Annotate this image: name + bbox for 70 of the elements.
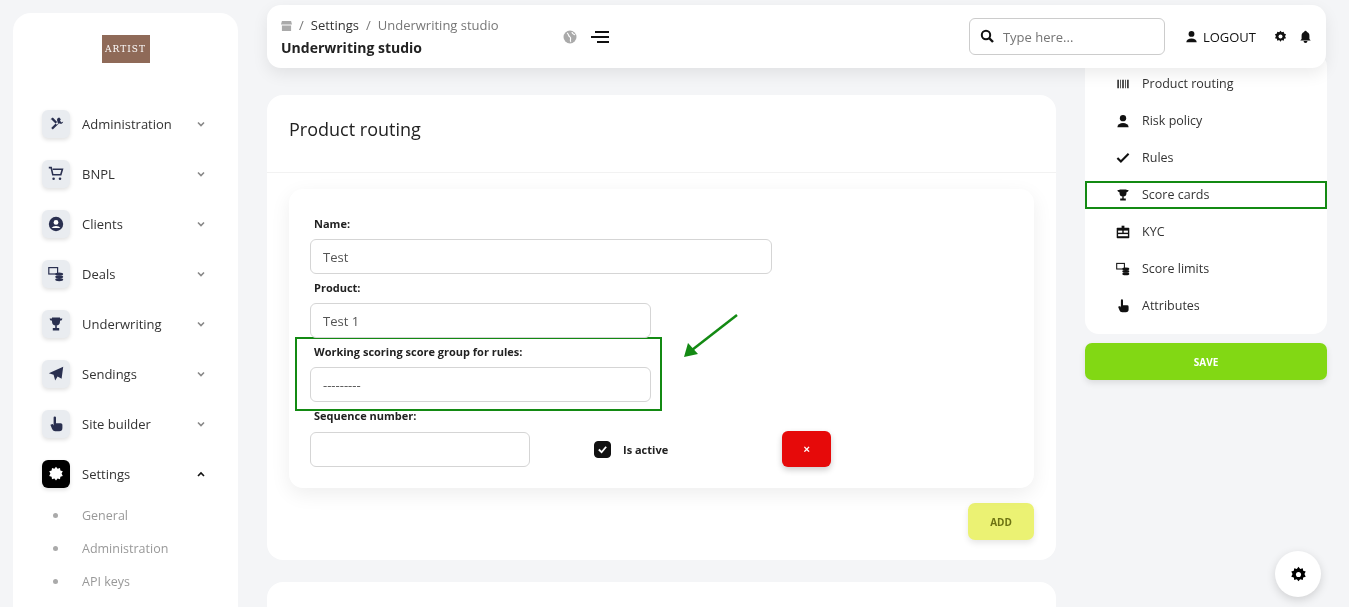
checkmark-icon xyxy=(597,443,608,455)
breadcrumb-separator: / xyxy=(366,16,371,34)
section-nav-item[interactable]: Risk policy xyxy=(1085,106,1327,135)
hand-icon xyxy=(1116,298,1130,313)
chevron-icon xyxy=(196,319,206,329)
sidebar-item[interactable]: Clients xyxy=(42,199,238,249)
sidebar-item[interactable]: Settings xyxy=(42,449,238,499)
page-title: Underwriting studio xyxy=(281,38,424,57)
logo[interactable]: ARTIST xyxy=(101,35,150,63)
field-label: Name: xyxy=(313,216,352,231)
gear-icon xyxy=(48,466,64,482)
chevron-icon xyxy=(196,219,206,229)
section-nav-item[interactable]: Score limits xyxy=(1085,254,1327,283)
sidebar-item[interactable]: Sendings xyxy=(42,349,238,399)
checkbox-label: Is active xyxy=(623,441,669,457)
bell-icon[interactable] xyxy=(1299,30,1312,43)
chevron-icon xyxy=(196,369,206,379)
remove-button[interactable]: × xyxy=(782,431,832,467)
user-icon xyxy=(1184,30,1198,43)
breadcrumb-separator: / xyxy=(299,16,304,34)
chevron-icon xyxy=(196,119,206,129)
cart-icon xyxy=(48,166,64,182)
section-nav-item[interactable]: Attributes xyxy=(1085,291,1327,320)
user-icon xyxy=(1116,113,1130,128)
check-icon xyxy=(1116,150,1130,165)
tools-icon xyxy=(48,116,64,132)
section-nav-item[interactable]: Score cards xyxy=(1085,180,1327,209)
sidebar-item[interactable]: BNPL xyxy=(42,149,238,199)
bullet-icon xyxy=(53,546,58,551)
coins-icon xyxy=(48,266,64,282)
chevron-icon xyxy=(196,419,206,429)
sidebar-item[interactable]: Site builder xyxy=(42,399,238,449)
input-field[interactable]: --------- xyxy=(310,367,651,402)
section-nav-item[interactable]: Product routing xyxy=(1085,69,1327,98)
sidebar-item[interactable]: Administration xyxy=(42,99,238,149)
logout-button[interactable]: LOGOUT xyxy=(1178,26,1262,47)
sidebar-item[interactable]: Underwriting xyxy=(42,299,238,349)
chevron-icon xyxy=(196,169,206,179)
input-field[interactable]: Test xyxy=(310,239,772,274)
id-icon xyxy=(1116,224,1130,239)
plane-icon xyxy=(48,366,64,382)
checkbox[interactable] xyxy=(594,440,611,458)
menu-icon[interactable] xyxy=(591,29,609,44)
search-field[interactable]: Type here... xyxy=(968,18,1165,55)
settings-button[interactable] xyxy=(1275,551,1321,597)
field-label: Sequence number: xyxy=(313,408,418,423)
breadcrumb-link[interactable]: Settings xyxy=(310,16,359,34)
user-circle-icon xyxy=(48,216,64,232)
trophy-icon xyxy=(48,316,64,332)
coins-icon xyxy=(1116,261,1130,276)
add-button[interactable]: ADD xyxy=(968,503,1034,540)
chevron-icon xyxy=(196,469,206,479)
settings-icon xyxy=(1289,565,1307,583)
card-title: Product routing xyxy=(267,95,1056,173)
bullet-icon xyxy=(53,579,58,584)
breadcrumb-link[interactable]: Underwriting studio xyxy=(377,16,499,34)
section-nav-item[interactable]: KYC xyxy=(1085,217,1327,246)
section-nav-item[interactable]: Rules xyxy=(1085,143,1327,172)
hand-icon xyxy=(48,416,64,432)
input-field[interactable]: Test 1 xyxy=(310,303,651,338)
field-label: Working scoring score group for rules: xyxy=(313,344,524,359)
field-label: Product: xyxy=(313,280,362,295)
chevron-icon xyxy=(196,269,206,279)
arrow-icon xyxy=(682,314,738,358)
trophy-icon xyxy=(1116,187,1130,202)
sidebar-item[interactable]: Deals xyxy=(42,249,238,299)
bullet-icon xyxy=(53,513,58,518)
search-icon xyxy=(979,29,994,43)
input-field[interactable] xyxy=(310,431,530,467)
settings-icon[interactable] xyxy=(1274,30,1287,43)
